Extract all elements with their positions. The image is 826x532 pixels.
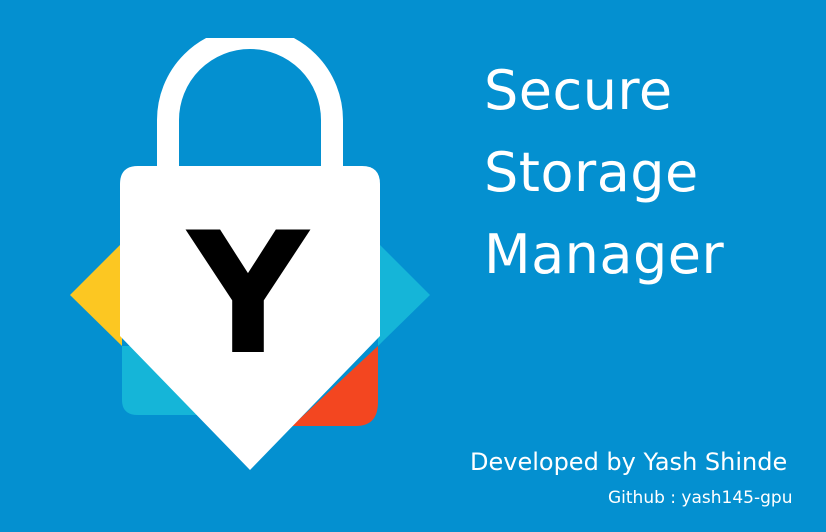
app-title: Secure Storage Manager bbox=[484, 50, 814, 296]
splash-screen: Y Secure Storage Manager Developed by Ya… bbox=[0, 0, 826, 532]
logo-facet-yellow bbox=[70, 243, 122, 346]
lock-shackle bbox=[157, 38, 343, 174]
logo-letter: Y bbox=[185, 196, 311, 392]
app-title-line-3: Manager bbox=[484, 223, 725, 286]
developer-credit: Developed by Yash Shinde bbox=[470, 448, 788, 476]
logo-facet-cyan-right bbox=[378, 243, 430, 346]
app-title-line-2: Storage bbox=[484, 141, 699, 204]
padlock-icon: Y bbox=[70, 38, 430, 470]
github-credit: Github : yash145-gpu bbox=[608, 488, 793, 508]
app-title-line-1: Secure bbox=[484, 59, 673, 122]
